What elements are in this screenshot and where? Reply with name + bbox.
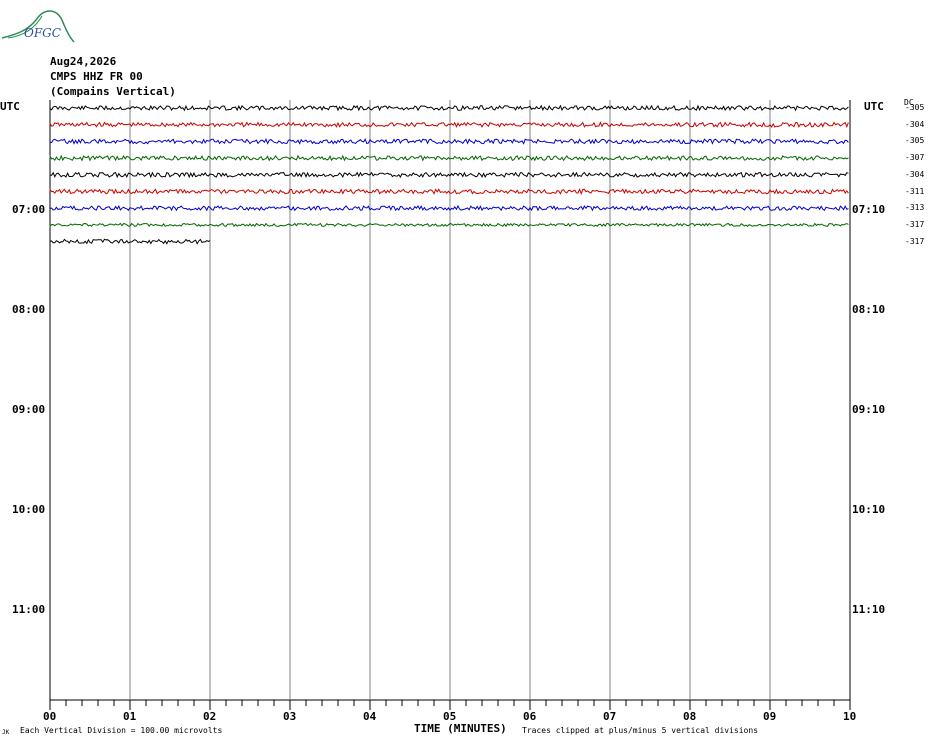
seismic-trace-2 [49, 137, 849, 145]
hour-label-left: 07:00 [12, 203, 46, 216]
dc-offset-label: -317 [905, 219, 925, 229]
hour-label-right: 08:10 [852, 303, 886, 316]
hour-label-right: 07:10 [852, 203, 886, 216]
x-tick-label: 02 [203, 710, 217, 723]
seismic-trace-0 [49, 104, 849, 112]
hour-label-left: 08:00 [12, 303, 46, 316]
dc-offset-label: -317 [905, 236, 925, 246]
seismic-trace-1 [49, 121, 849, 129]
x-axis-label: TIME (MINUTES) [414, 722, 507, 735]
seismic-trace-5 [49, 187, 849, 196]
dc-offset-label: -305 [905, 103, 925, 112]
x-tick-label: 04 [363, 710, 377, 723]
seismic-trace-6 [49, 204, 849, 212]
x-tick-label: 00 [43, 710, 57, 723]
hour-label-right: 10:10 [852, 503, 886, 516]
hour-label-right: 11:10 [852, 603, 886, 616]
hour-label-left: 10:00 [12, 503, 46, 516]
clip-note: Traces clipped at plus/minus 5 vertical … [522, 726, 759, 735]
x-tick-label: 03 [283, 710, 297, 723]
dc-offset-label: -304 [905, 169, 925, 179]
hour-label-left: 09:00 [12, 403, 46, 416]
dc-offset-label: -305 [905, 136, 925, 146]
x-tick-label: 01 [123, 710, 137, 723]
x-tick-label: 10 [843, 710, 857, 723]
dc-offset-label: -304 [905, 119, 925, 129]
dc-offset-label: -311 [905, 186, 925, 196]
hour-label-left: 11:00 [12, 603, 46, 616]
seismic-trace-3 [49, 154, 849, 162]
dc-offset-label: -313 [905, 203, 925, 213]
seismic-trace-7 [49, 222, 849, 228]
x-tick-label: 08 [683, 710, 697, 723]
x-tick-label: 06 [523, 710, 537, 723]
corner-mark: JK [2, 729, 10, 736]
x-tick-label: 09 [763, 710, 777, 723]
x-tick-label: 07 [603, 710, 617, 723]
dc-offset-label: -307 [905, 153, 925, 163]
helicorder-plot [49, 100, 851, 710]
seismic-trace-4 [49, 171, 849, 179]
division-note: Each Vertical Division = 100.00 microvol… [20, 726, 223, 735]
hour-label-right: 09:10 [852, 403, 886, 416]
